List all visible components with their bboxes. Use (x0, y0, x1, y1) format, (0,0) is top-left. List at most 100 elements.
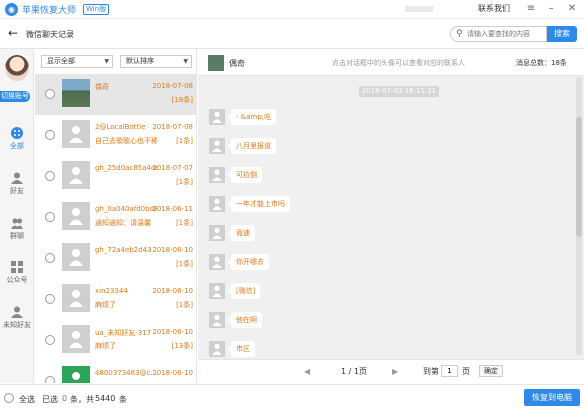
total-count: 5440 (95, 394, 116, 403)
default-avatar-icon (69, 249, 83, 266)
group-avatar-icon (72, 372, 80, 380)
row-radio[interactable] (45, 89, 55, 99)
back-arrow-icon[interactable]: ← (8, 27, 18, 39)
contact-avatar (62, 120, 90, 148)
nav-label: 未知好友 (3, 321, 31, 329)
contact-row[interactable]: 2@LocalBottle 2018-07-08 自己去歌歌心也不稀 [1条] (35, 115, 196, 156)
win-badge: Win版 (83, 4, 110, 15)
nav-item-groups[interactable]: 群聊 (0, 217, 34, 247)
show-filter-value: 显示全部 (47, 57, 75, 65)
contact-us-link[interactable]: 联系我们 (478, 3, 510, 14)
sender-avatar[interactable] (209, 283, 225, 299)
scroll-thumb[interactable] (576, 117, 582, 237)
chat-hint: 点击对话框中的头像可以查看对应的联系人 (332, 59, 465, 67)
message-total: 消息总数：18条 (516, 59, 567, 67)
contact-date: 2018-06-11 (152, 205, 193, 213)
close-icon[interactable]: ✕ (563, 1, 581, 17)
page-number-input[interactable] (441, 365, 458, 377)
default-avatar-icon (69, 167, 83, 184)
sender-avatar[interactable] (209, 196, 225, 212)
selected-suffix: 条 (119, 395, 127, 404)
contact-name: xin23344 (95, 287, 128, 295)
chat-scrollbar[interactable] (576, 77, 582, 355)
default-avatar-icon (69, 331, 83, 348)
row-radio[interactable] (45, 376, 55, 383)
contact-name: ua_未知好友-317 (95, 329, 152, 337)
restore-to-pc-button[interactable]: 恢复到电脑 (524, 389, 580, 406)
contact-row[interactable]: gh_25d0ac85a4oc 2018-07-07 [1条] (35, 156, 196, 197)
chat-contact-name: 偶奇 (229, 59, 245, 68)
show-filter-select[interactable]: 显示全部 ▼ (41, 55, 113, 68)
default-avatar-icon (212, 256, 222, 268)
row-radio[interactable] (45, 130, 55, 140)
contact-avatar (62, 325, 90, 353)
contact-row[interactable]: 偶奇 2018-07-08 [18条] (35, 74, 196, 115)
contact-row[interactable]: ua_未知好友-317 2018-06-10 麻烦了 [13条] (35, 320, 196, 361)
account-avatar[interactable] (5, 55, 29, 81)
nav-item-friends[interactable]: 好友 (0, 172, 34, 202)
default-avatar-icon (212, 140, 222, 152)
default-avatar-icon (212, 111, 222, 123)
sender-avatar[interactable] (209, 341, 225, 357)
nav-label: 全部 (10, 142, 24, 150)
nav-item-official-accounts[interactable]: 公众号 (0, 261, 34, 291)
default-avatar-icon (69, 208, 83, 225)
app-title: 苹果恢复大师 (22, 6, 77, 16)
sender-avatar[interactable] (209, 312, 225, 328)
default-avatar-icon (69, 290, 83, 307)
contact-date: 2018-06-10 (152, 369, 193, 377)
chevron-down-icon: ▼ (183, 58, 188, 65)
contact-date: 2018-06-10 (152, 287, 193, 295)
chat-contact-avatar[interactable] (208, 55, 224, 71)
switch-account-button[interactable]: 切换账号 (0, 91, 30, 102)
row-radio[interactable] (45, 335, 55, 345)
contact-avatar (62, 243, 90, 271)
default-avatar-icon (212, 198, 222, 210)
menu-icon[interactable]: ≡ (522, 1, 540, 17)
contact-row[interactable]: gh_72a4eb2d43 2018-06-10 [1条] (35, 238, 196, 279)
row-radio[interactable] (45, 212, 55, 222)
sender-avatar[interactable] (209, 109, 225, 125)
default-avatar-icon (212, 314, 222, 326)
sort-value: 默认排序 (126, 57, 154, 65)
page-indicator: 1 / 1页 (341, 367, 367, 376)
sort-select[interactable]: 默认排序 ▼ (120, 55, 192, 68)
app-logo-icon: ◉ (5, 3, 18, 16)
chevron-down-icon: ▼ (104, 58, 109, 65)
nav-item-unknown-friends[interactable]: 未知好友 (0, 306, 34, 336)
nav-item-all[interactable]: 全部 (0, 127, 34, 157)
contact-date: 2018-06-10 (152, 328, 193, 336)
contact-date: 2018-07-08 (152, 123, 193, 131)
minimize-icon[interactable]: – (542, 1, 560, 17)
next-page-icon[interactable]: ▶ (392, 366, 398, 378)
message-bubble: 竟速 (227, 225, 255, 241)
sender-avatar[interactable] (209, 225, 225, 241)
select-all-radio[interactable] (4, 393, 14, 403)
selected-mid: 条，共 (70, 395, 94, 404)
contact-name: gh_72a4eb2d43 (95, 246, 152, 254)
contact-row[interactable]: xin23344 2018-06-10 麻烦了 [1条] (35, 279, 196, 320)
sender-avatar[interactable] (209, 167, 225, 183)
contact-last-msg: 麻烦了 (95, 342, 116, 350)
row-radio[interactable] (45, 294, 55, 304)
row-radio[interactable] (45, 253, 55, 263)
row-radio[interactable] (45, 171, 55, 181)
search-button[interactable]: 搜索 (547, 26, 577, 42)
prev-page-icon[interactable]: ◀ (304, 366, 310, 378)
search-input[interactable] (467, 28, 545, 40)
message-bubble: 他在啊 (227, 312, 262, 328)
contact-row[interactable]: gh_0a040afd0bd8 2018-06-11 通知通知：请温馨 [1条] (35, 197, 196, 238)
sender-avatar[interactable] (209, 254, 225, 270)
select-all-label[interactable]: 全选 (19, 394, 35, 405)
selected-prefix: 已选 (42, 395, 58, 404)
contact-msg-count: [18条] (171, 96, 193, 104)
sender-avatar[interactable] (209, 138, 225, 154)
person-icon (11, 172, 23, 184)
contact-name: 4800373463@c... (95, 369, 157, 377)
page-header: ← 微信聊天记录 ⚲ 搜索 (0, 19, 584, 49)
default-avatar-icon (212, 285, 222, 297)
contact-row[interactable]: 4800373463@c... 2018-06-10 (35, 361, 196, 383)
contact-date: 2018-07-07 (152, 164, 193, 172)
goto-confirm-button[interactable]: 确定 (479, 365, 503, 377)
contact-name: 2@LocalBottle (95, 123, 146, 131)
